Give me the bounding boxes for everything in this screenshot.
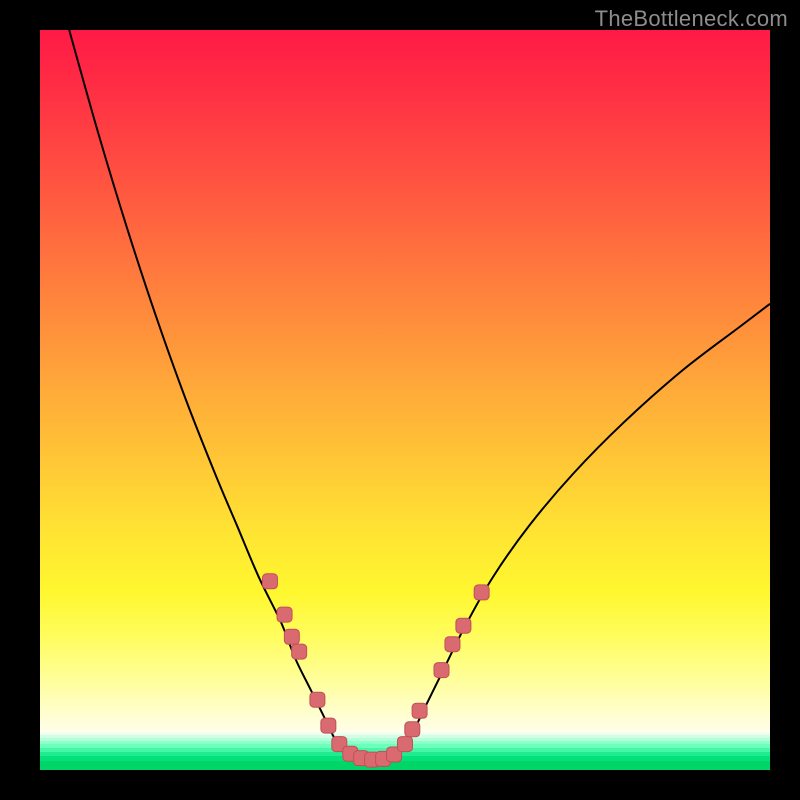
data-marker	[412, 703, 427, 718]
plot-area	[40, 30, 770, 770]
chart-frame: TheBottleneck.com	[0, 0, 800, 800]
data-marker	[284, 629, 299, 644]
data-marker	[445, 637, 460, 652]
data-marker	[474, 585, 489, 600]
data-marker	[456, 618, 471, 633]
data-marker	[277, 607, 292, 622]
data-marker	[405, 722, 420, 737]
data-marker	[310, 692, 325, 707]
data-marker	[262, 574, 277, 589]
data-marker	[398, 737, 413, 752]
data-marker	[292, 644, 307, 659]
curve-layer	[40, 30, 770, 770]
data-marker	[434, 663, 449, 678]
bottleneck-curve	[69, 30, 770, 761]
watermark-text: TheBottleneck.com	[595, 6, 788, 32]
data-marker	[321, 718, 336, 733]
